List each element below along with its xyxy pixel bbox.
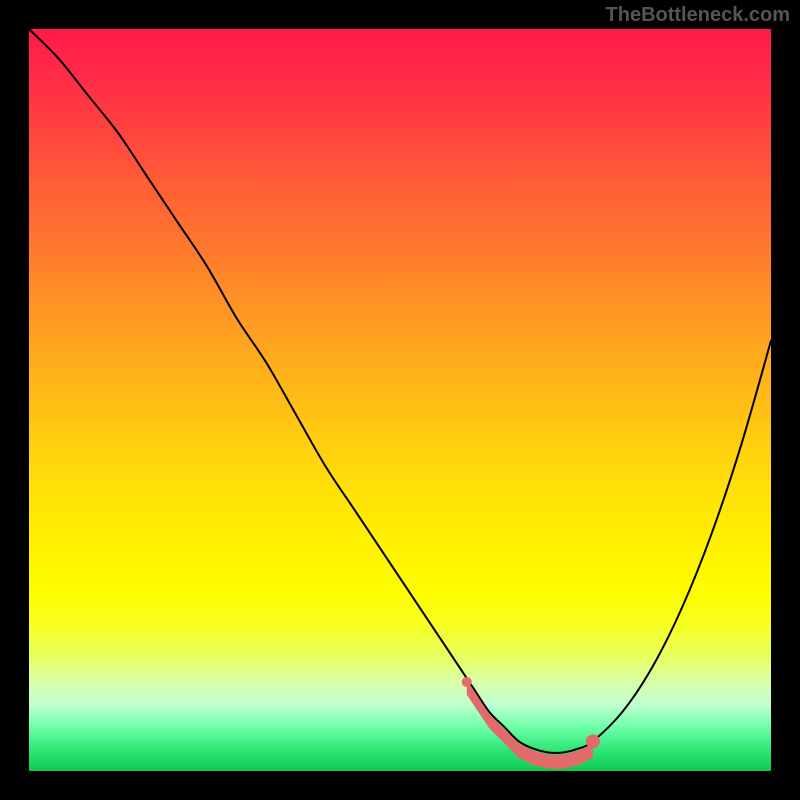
optimal-range-highlight [467,680,593,769]
marker-dot-left [462,677,472,687]
bottleneck-curve [29,29,771,753]
chart-container: TheBottleneck.com [0,0,800,800]
marker-dot-right [586,734,600,748]
watermark-text: TheBottleneck.com [606,4,790,27]
plot-area [29,29,771,771]
curve-overlay [29,29,771,771]
